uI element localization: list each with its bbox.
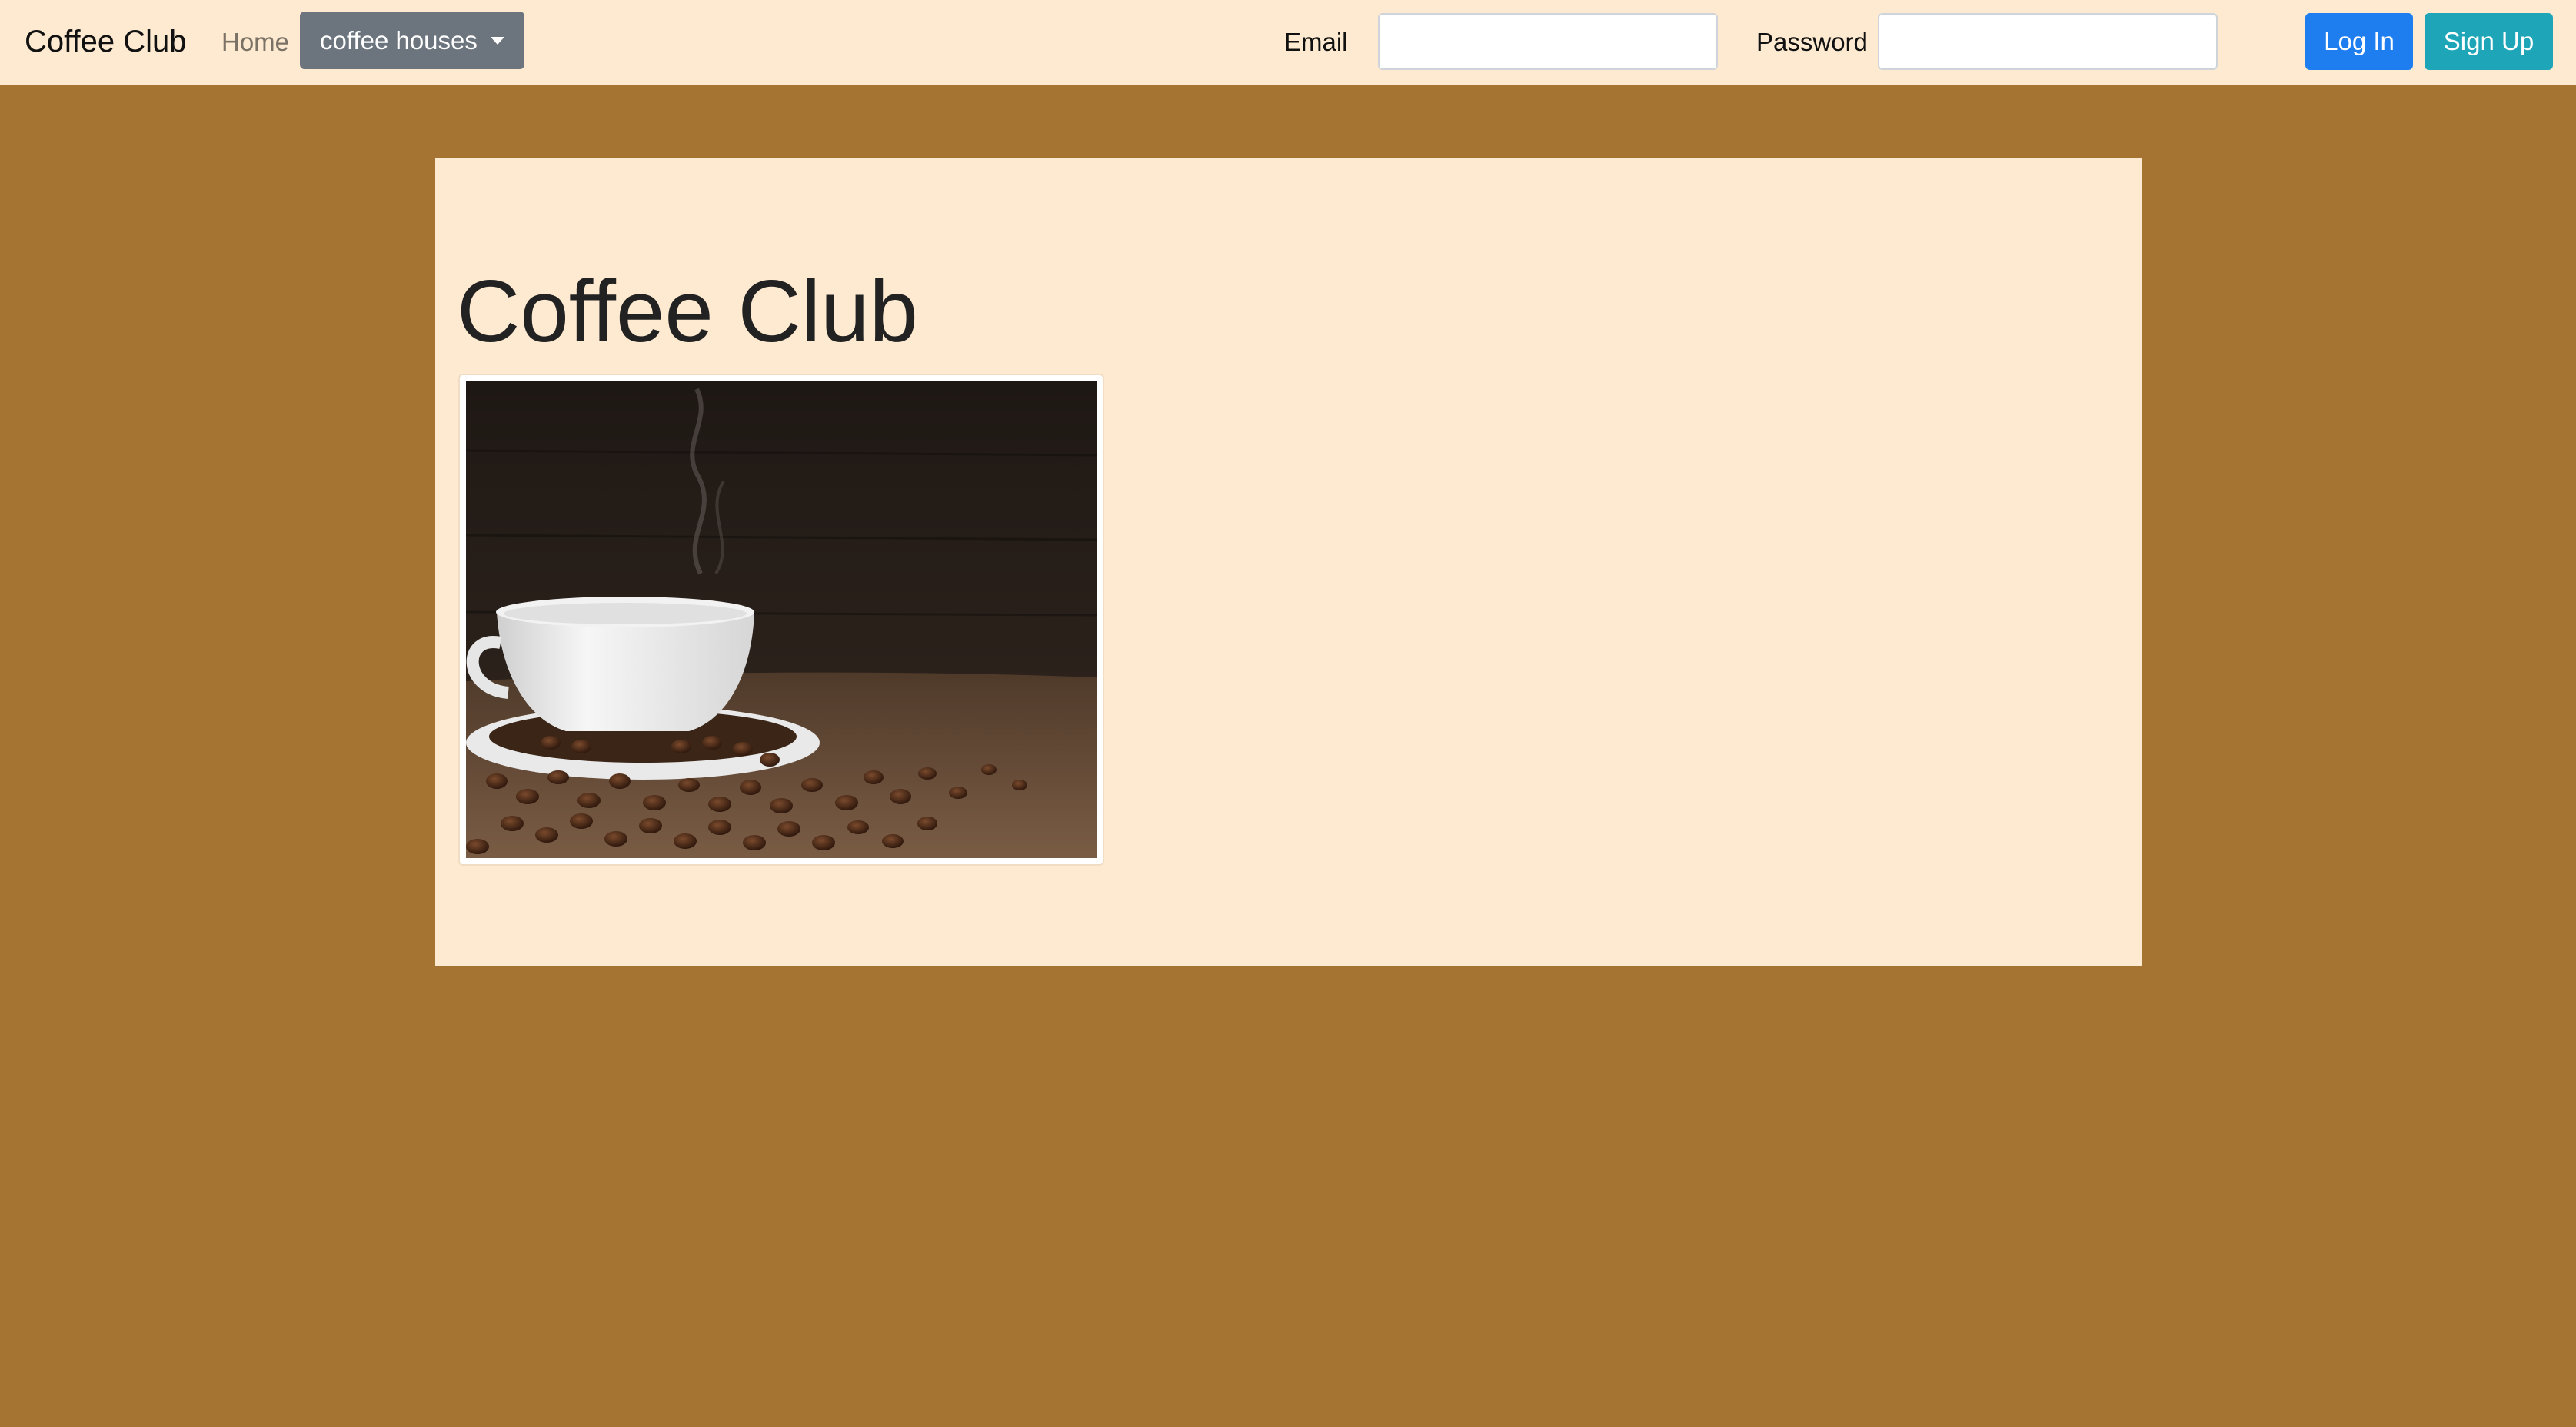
caret-down-icon (491, 37, 504, 45)
dropdown-label: coffee houses (320, 26, 478, 55)
password-label: Password (1756, 28, 1868, 56)
brand-link[interactable]: Coffee Club (25, 22, 187, 62)
nav-home-link[interactable]: Home (221, 26, 289, 58)
coffee-image-thumbnail (458, 374, 1104, 866)
signup-button[interactable]: Sign Up (2425, 13, 2553, 70)
top-navbar: Coffee Club Home coffee houses Email Pas… (0, 0, 2576, 85)
password-input[interactable] (1878, 13, 2218, 70)
page-title: Coffee Club (457, 263, 918, 361)
jumbotron-panel: Coffee Club (435, 158, 2142, 966)
email-input[interactable] (1378, 13, 1718, 70)
coffee-cup-image (466, 381, 1097, 858)
login-button[interactable]: Log In (2305, 13, 2413, 70)
coffee-houses-dropdown-button[interactable]: coffee houses (300, 12, 524, 69)
email-label: Email (1284, 28, 1348, 56)
